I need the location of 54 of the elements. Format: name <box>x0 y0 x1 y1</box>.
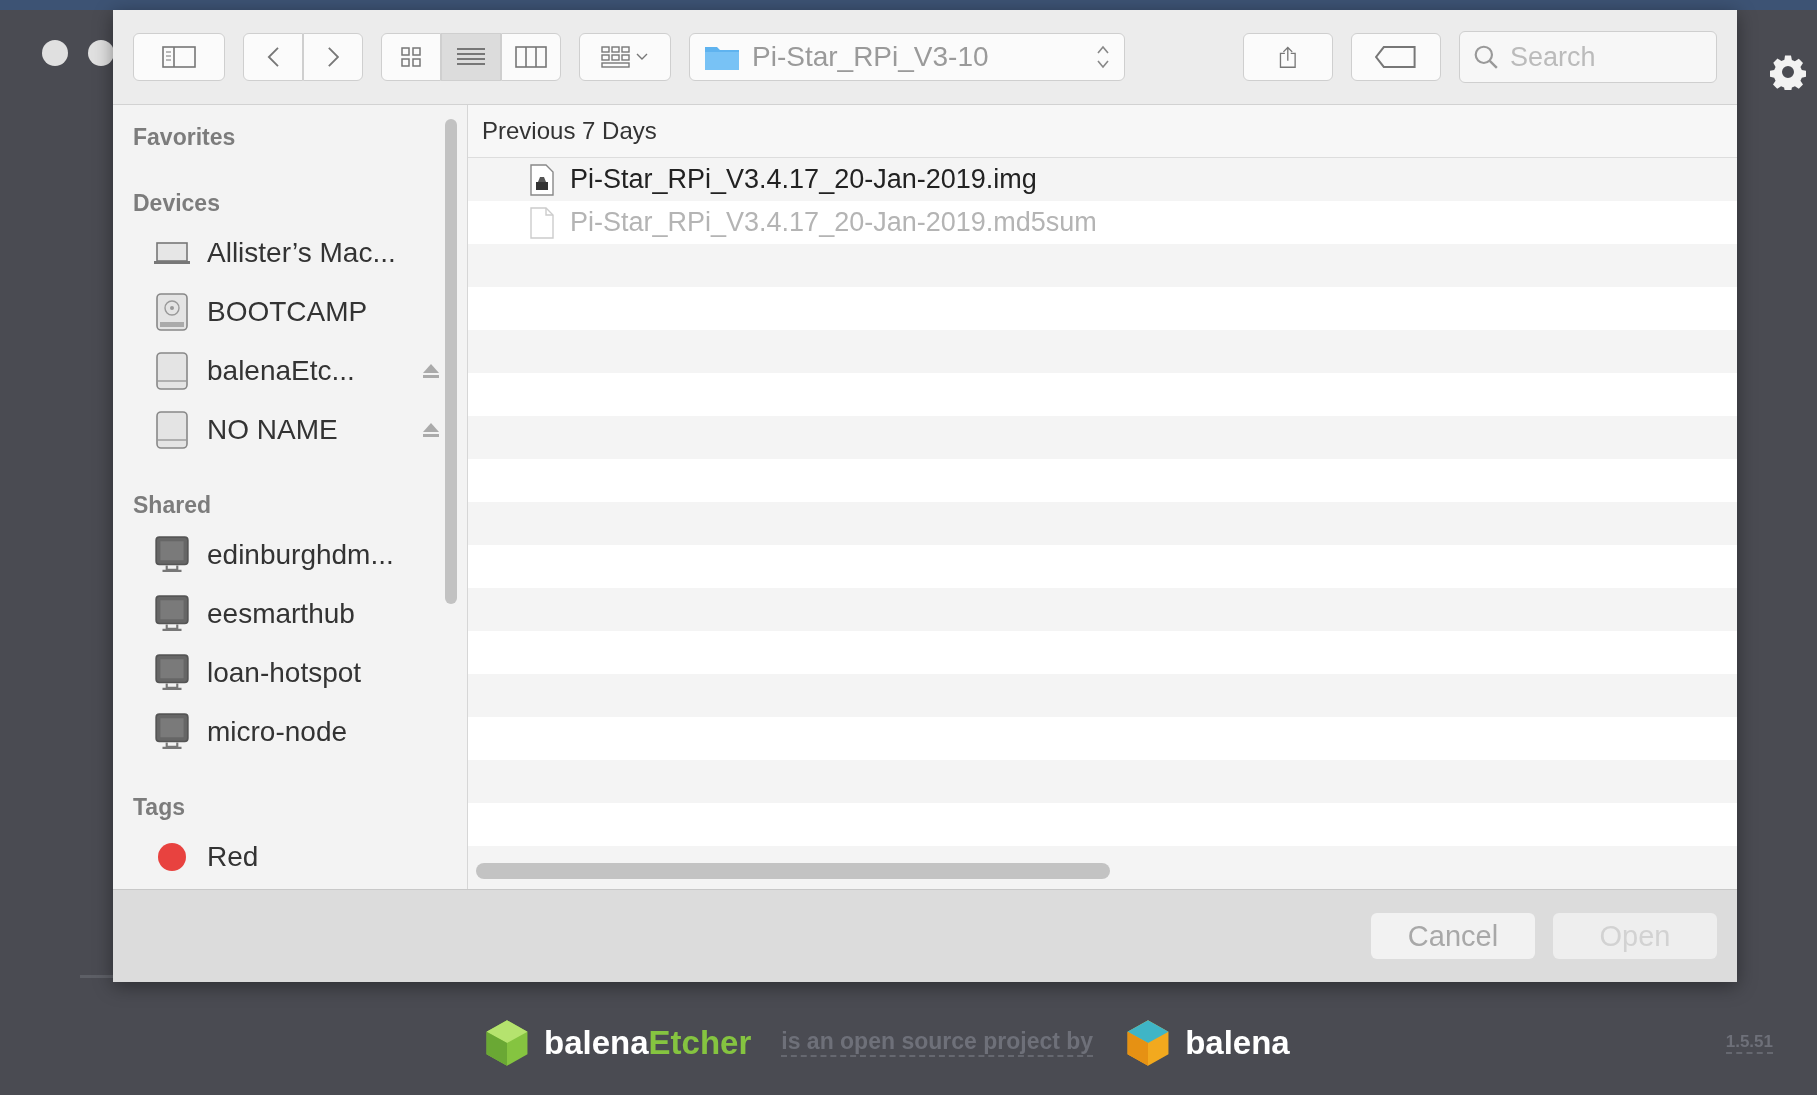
forward-button[interactable] <box>303 33 363 81</box>
view-mode-button[interactable] <box>381 33 441 81</box>
tag-button[interactable] <box>1351 33 1441 81</box>
sidebar-section-heading: Favorites <box>133 123 237 152</box>
monitor-icon <box>153 653 191 692</box>
sidebar-item[interactable]: NO NAME <box>133 400 467 459</box>
sidebar-section-heading: Shared <box>133 491 212 520</box>
eject-icon[interactable] <box>421 362 441 379</box>
window-dot-icon[interactable] <box>88 40 114 66</box>
drive-icon <box>153 410 191 449</box>
share-icon <box>1279 46 1297 68</box>
chevron-right-icon <box>326 46 340 68</box>
view-mode-button[interactable] <box>441 33 501 81</box>
columns-icon <box>515 46 547 68</box>
scrollbar-thumb[interactable] <box>445 119 457 604</box>
sidebar-section-heading: Devices <box>133 189 221 218</box>
disk-image-file-icon <box>530 163 554 196</box>
sidebar-item[interactable]: BOOTCAMP <box>133 282 467 341</box>
document-icon <box>530 206 554 239</box>
search-field[interactable]: Search <box>1459 31 1717 83</box>
hard-drive-icon <box>153 292 191 331</box>
monitor-icon <box>153 535 191 574</box>
settings-icon[interactable] <box>1770 54 1806 90</box>
search-icon <box>1473 44 1499 70</box>
sidebar-item[interactable]: edinburghdm... <box>133 525 467 584</box>
sidebar-item[interactable]: Red <box>133 827 467 886</box>
tag-icon <box>1375 46 1417 68</box>
window-dot-icon[interactable] <box>42 40 68 66</box>
drive-icon <box>153 351 191 390</box>
chevron-left-icon <box>266 46 280 68</box>
sidebar-item[interactable]: balenaEtc... <box>133 341 467 400</box>
sidebar-item[interactable]: eesmarthub <box>133 584 467 643</box>
monitor-icon <box>153 712 191 751</box>
arrange-grid-icon <box>601 46 649 68</box>
sidebar-icon <box>162 46 196 68</box>
monitor-icon <box>153 594 191 633</box>
eject-icon[interactable] <box>421 421 441 438</box>
sidebar-item[interactable]: Allister’s Mac... <box>133 223 467 282</box>
company-logo-text: balena <box>1185 1023 1290 1062</box>
scrollbar-thumb[interactable] <box>476 863 1110 879</box>
sidebar-toggle-button[interactable] <box>133 33 225 81</box>
sidebar-section-heading: Tags <box>133 793 186 822</box>
group-heading: Previous 7 Days <box>468 105 1737 158</box>
file-row[interactable]: Pi-Star_RPi_V3.4.17_20-Jan-2019.img <box>468 158 1737 201</box>
arrange-button[interactable] <box>579 33 671 81</box>
share-button[interactable] <box>1243 33 1333 81</box>
back-button[interactable] <box>243 33 303 81</box>
sidebar-item[interactable]: micro-node <box>133 702 467 761</box>
updown-arrows-icon <box>1096 44 1110 70</box>
grid-icon <box>400 46 422 68</box>
brand-logo-text: balenaEtcher <box>544 1023 752 1062</box>
view-mode-button[interactable] <box>501 33 561 81</box>
list-icon <box>456 46 486 68</box>
sidebar-item[interactable]: loan-hotspot <box>133 643 467 702</box>
